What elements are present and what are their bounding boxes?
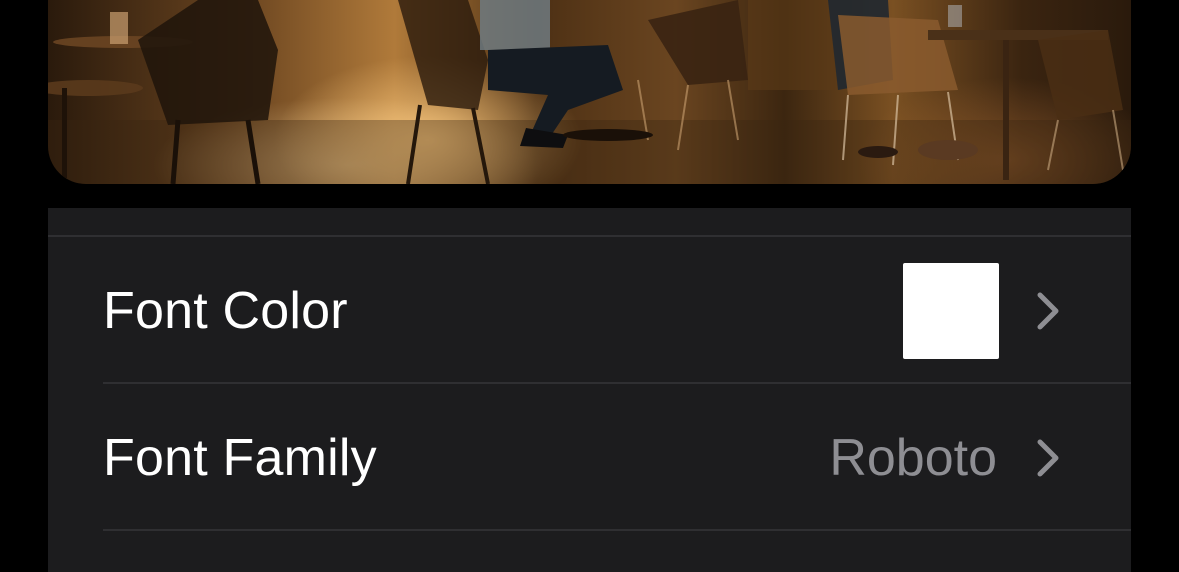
row-separator — [103, 382, 1131, 384]
row-separator — [103, 529, 1131, 531]
row-separator — [48, 235, 1131, 237]
chevron-right-icon — [1037, 439, 1059, 476]
next-setting-row[interactable] — [48, 532, 1131, 572]
font-family-value: Roboto — [829, 428, 997, 487]
font-color-label: Font Color — [103, 281, 348, 340]
font-color-row[interactable]: Font Color — [48, 238, 1131, 383]
settings-group: Font Color Font Family Roboto — [48, 208, 1131, 572]
font-color-swatch[interactable] — [903, 262, 999, 359]
font-family-row[interactable]: Font Family Roboto — [48, 385, 1131, 530]
chevron-right-icon — [1037, 292, 1059, 329]
font-family-label: Font Family — [103, 428, 377, 487]
background-photo-preview — [48, 0, 1131, 184]
restaurant-photo — [48, 0, 1131, 184]
